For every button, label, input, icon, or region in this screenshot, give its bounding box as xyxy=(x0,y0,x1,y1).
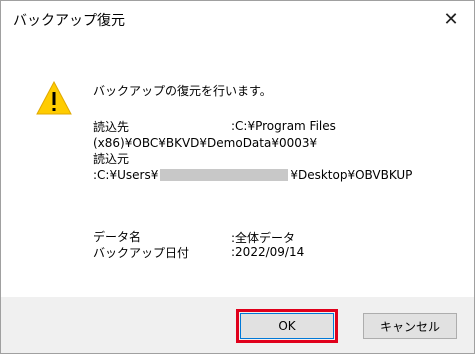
warning-icon xyxy=(36,81,72,115)
destination-path-suffix: ¥Desktop¥OBVBKUP xyxy=(290,168,413,182)
button-bar: OK キャンセル xyxy=(1,297,474,353)
data-name-value: :全体データ xyxy=(231,231,296,245)
source-label: 読込先 xyxy=(93,120,130,134)
dialog-title: バックアップ復元 xyxy=(13,13,125,29)
close-icon: ✕ xyxy=(443,8,459,30)
backup-restore-dialog: バックアップ復元 ✕ バックアップの復元を行います。 読込先 :C:¥Progr… xyxy=(0,0,475,354)
ok-button[interactable]: OK xyxy=(236,309,338,343)
source-path-line1: :C:¥Program Files xyxy=(231,119,336,133)
backup-date-value: :2022/09/14 xyxy=(231,245,305,259)
dialog-message: バックアップの復元を行います。 xyxy=(93,84,272,98)
source-path-line2: (x86)¥OBC¥BKVD¥DemoData¥0003¥ xyxy=(93,136,318,150)
destination-path: :C:¥Users¥ ¥Desktop¥OBVBKUP xyxy=(93,167,412,183)
title-bar: バックアップ復元 ✕ xyxy=(1,1,474,37)
destination-path-prefix: :C:¥Users¥ xyxy=(93,168,159,182)
destination-label: 読込元 xyxy=(93,152,130,166)
close-button[interactable]: ✕ xyxy=(428,1,474,37)
backup-date-label: バックアップ日付 xyxy=(93,246,190,260)
redacted-username xyxy=(160,169,289,181)
data-name-label: データ名 xyxy=(93,230,142,244)
cancel-button[interactable]: キャンセル xyxy=(363,313,457,339)
